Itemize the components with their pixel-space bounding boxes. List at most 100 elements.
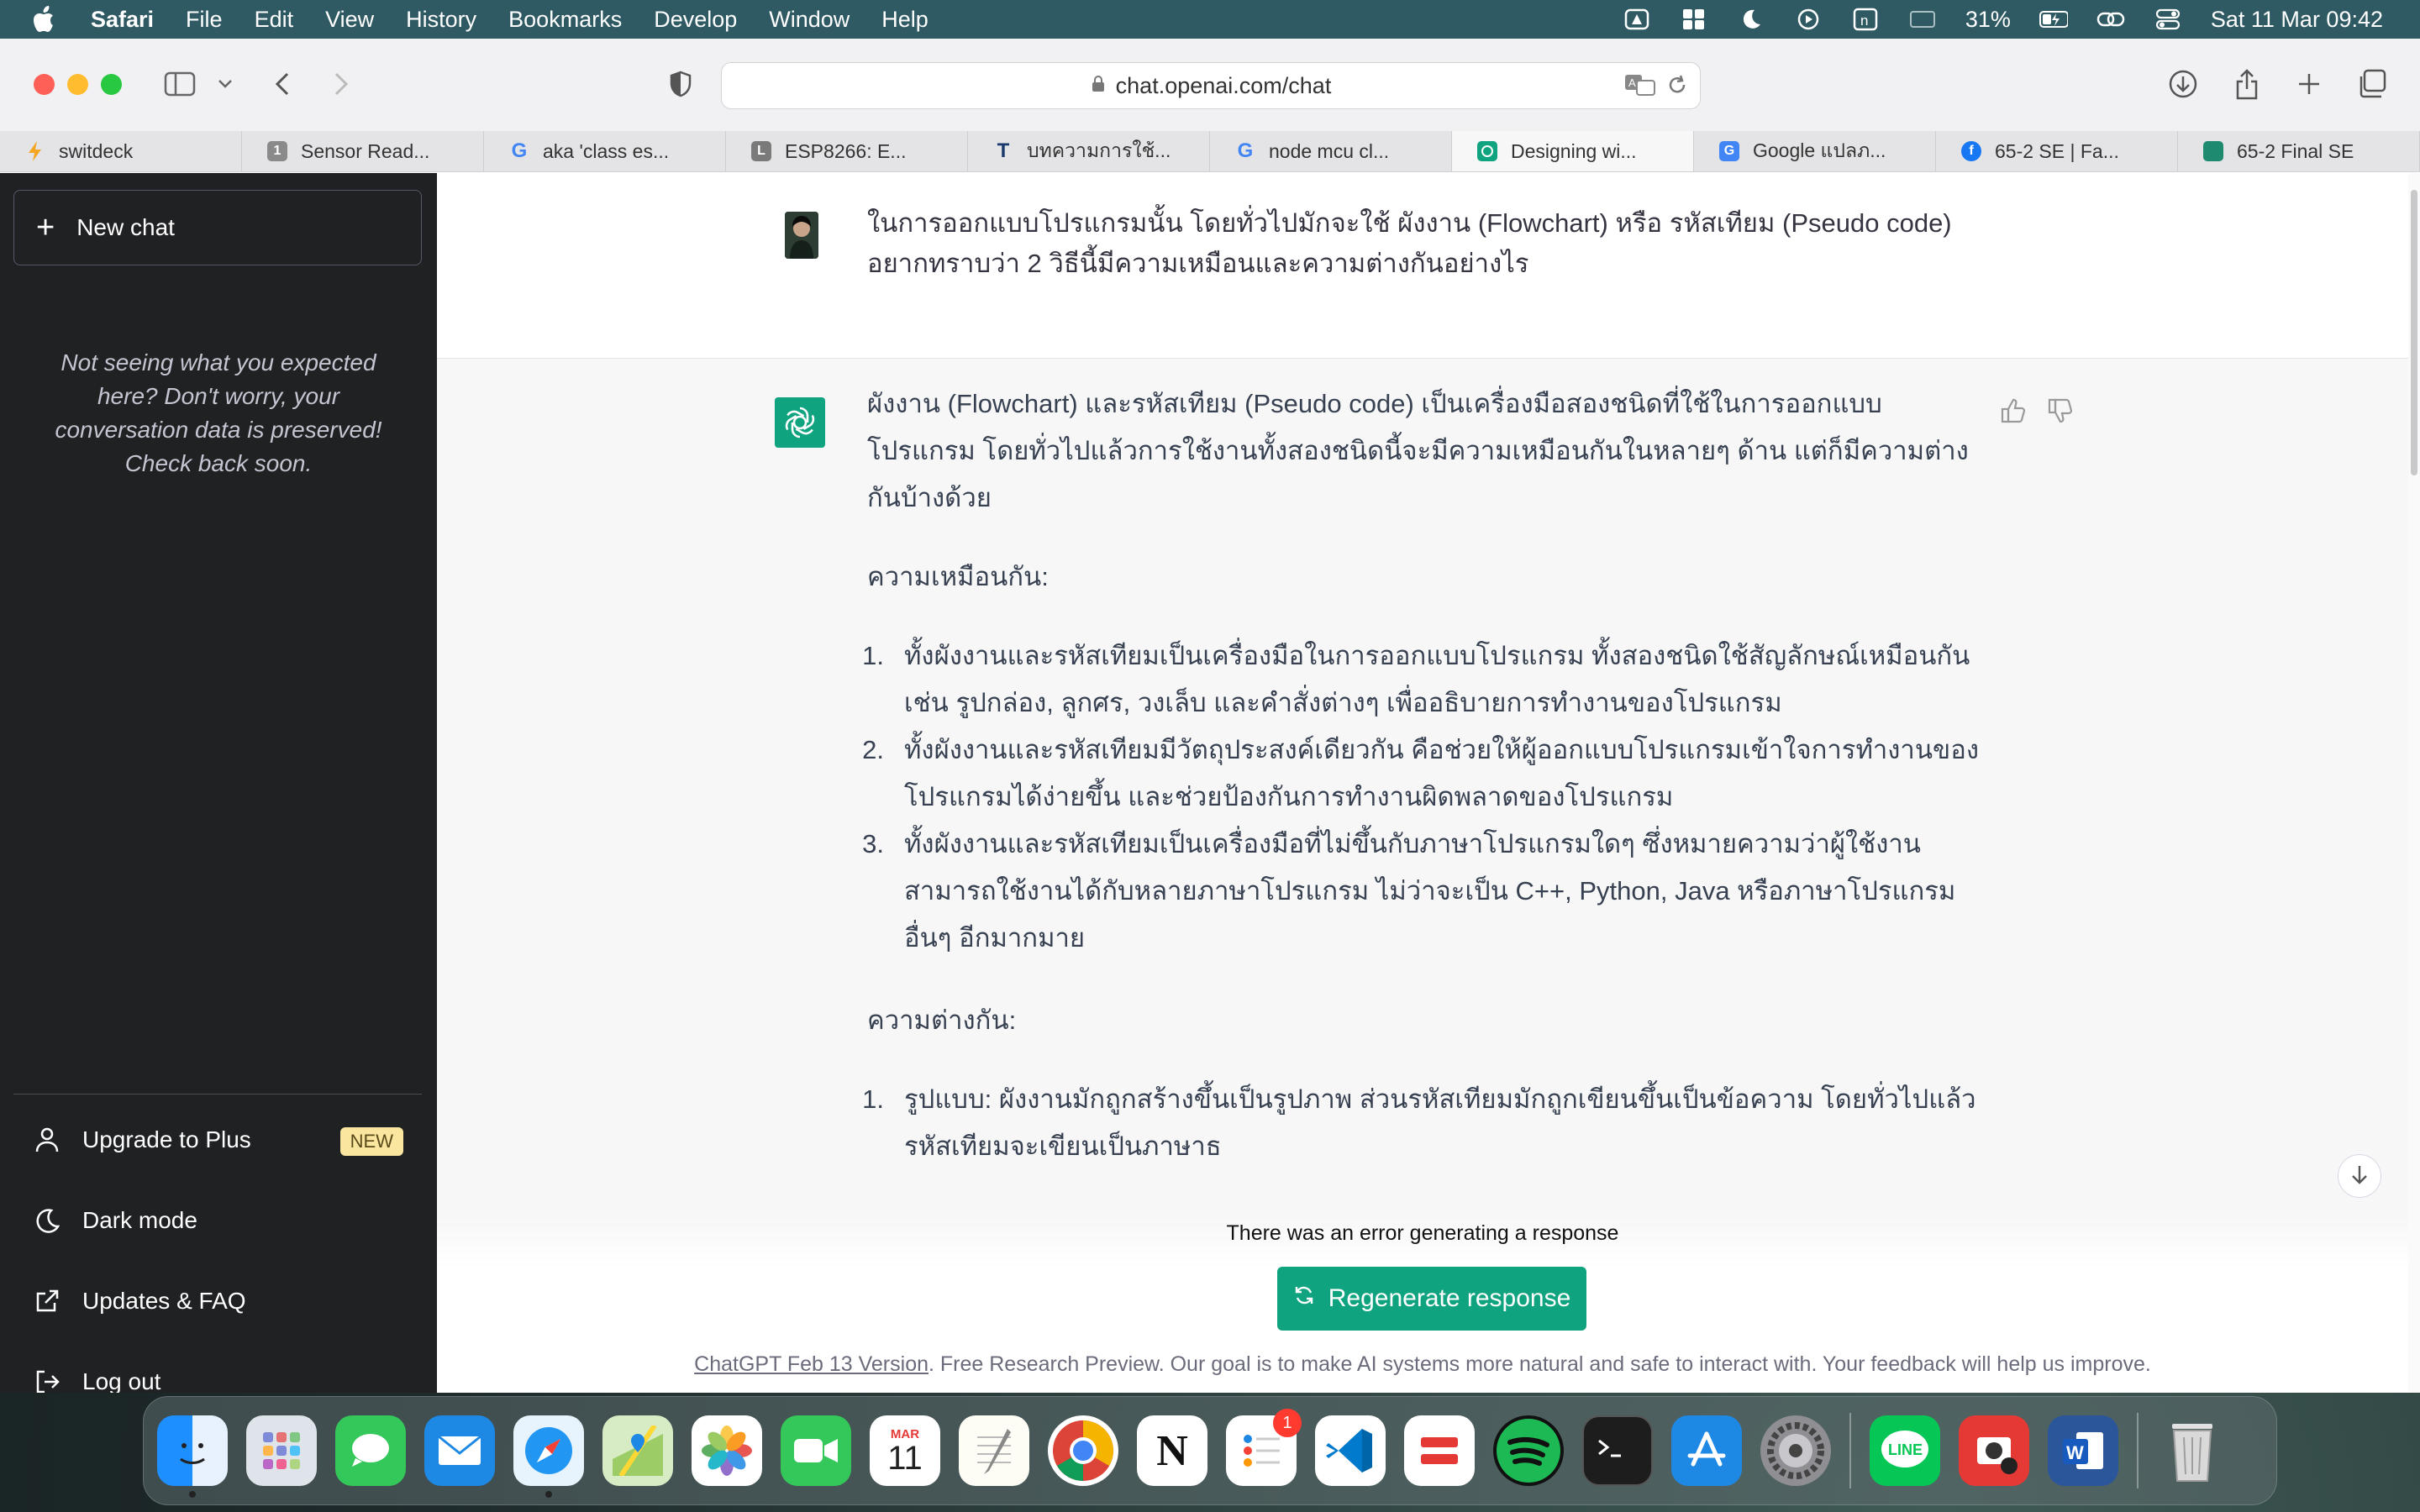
moon-icon xyxy=(32,1205,62,1236)
tab-esp8266[interactable]: L ESP8266: E... xyxy=(726,131,968,171)
notion-icon[interactable]: N xyxy=(1137,1415,1207,1486)
version-link[interactable]: ChatGPT Feb 13 Version xyxy=(694,1352,929,1376)
scrollbar-thumb[interactable] xyxy=(2411,190,2417,475)
terminal-icon[interactable] xyxy=(1582,1415,1653,1486)
menu-edit[interactable]: Edit xyxy=(255,7,294,33)
safari-window: chat.openai.com/chat A switdeck 1 Sensor … xyxy=(0,39,2420,1393)
log-out-button[interactable]: Log out xyxy=(13,1344,422,1393)
tab-google-translate[interactable]: G Google แปลภ... xyxy=(1694,131,1936,171)
textedit-icon[interactable] xyxy=(959,1415,1029,1486)
downloads-icon[interactable] xyxy=(2166,67,2200,101)
user-message-row: ในการออกแบบโปรแกรมนั้น โดยทั่วไปมักจะใช้… xyxy=(437,173,2408,359)
battery-icon[interactable] xyxy=(2039,8,2068,31)
zoom-window-button[interactable] xyxy=(101,74,122,95)
minimize-window-button[interactable] xyxy=(67,74,88,95)
tab-final-se[interactable]: 65-2 Final SE xyxy=(2178,131,2420,171)
finder-icon[interactable] xyxy=(157,1415,228,1498)
input-source-icon[interactable]: n xyxy=(1851,8,1880,31)
messages-icon[interactable] xyxy=(335,1415,406,1486)
response-line: ผังงาน (Flowchart) และรหัสเทียม (Pseudo … xyxy=(867,389,1882,418)
new-chat-button[interactable]: + New chat xyxy=(13,190,422,265)
menu-history[interactable]: History xyxy=(406,7,476,33)
status-icon-1[interactable] xyxy=(1623,8,1651,31)
safari-icon[interactable] xyxy=(513,1415,584,1498)
menu-window[interactable]: Window xyxy=(769,7,850,33)
chevron-down-icon[interactable] xyxy=(208,67,242,101)
menu-develop[interactable]: Develop xyxy=(654,7,737,33)
facetime-icon[interactable] xyxy=(781,1415,851,1486)
user-message-line: ในการออกแบบโปรแกรมนั้น โดยทั่วไปมักจะใช้… xyxy=(867,208,1952,238)
tab-node-mcu[interactable]: Gnode mcu cl... xyxy=(1210,131,1452,171)
tab-aka-class[interactable]: Gaka 'class es... xyxy=(484,131,726,171)
url-text: chat.openai.com/chat xyxy=(1115,72,1332,98)
photos-icon[interactable] xyxy=(692,1415,762,1486)
calendar-day: 11 xyxy=(887,1439,923,1477)
thumbs-down-icon[interactable] xyxy=(2045,396,2075,426)
battery-percent: 31% xyxy=(1965,6,2011,32)
grid-status-icon[interactable] xyxy=(1680,8,1708,31)
play-status-icon[interactable] xyxy=(1794,8,1823,31)
sidebar-notice: Not seeing what you expected here? Don't… xyxy=(55,349,382,476)
tab-switdeck[interactable]: switdeck xyxy=(0,131,242,171)
trash-icon[interactable] xyxy=(2157,1415,2228,1486)
privacy-shield-icon[interactable] xyxy=(664,67,697,101)
reminders-icon[interactable]: 1 xyxy=(1226,1409,1302,1486)
menu-file[interactable]: File xyxy=(186,7,223,33)
share-icon[interactable] xyxy=(2230,67,2264,101)
close-window-button[interactable] xyxy=(34,74,55,95)
calendar-icon[interactable]: MAR 11 xyxy=(870,1415,940,1486)
launchpad-icon[interactable] xyxy=(246,1415,317,1486)
tab-facebook[interactable]: f 65-2 SE | Fa... xyxy=(1936,131,2178,171)
photo-booth-icon[interactable] xyxy=(1959,1415,2029,1486)
maps-icon[interactable] xyxy=(602,1415,673,1486)
app-store-icon[interactable] xyxy=(1671,1415,1742,1486)
line-icon[interactable]: LINE xyxy=(1870,1415,1940,1486)
regenerate-response-button[interactable]: Regenerate response xyxy=(1277,1267,1586,1331)
updates-faq-link[interactable]: Updates & FAQ xyxy=(13,1263,422,1339)
apple-menu-icon[interactable] xyxy=(29,3,62,36)
similar-heading: ความเหมือนกัน: xyxy=(867,562,1049,591)
new-tab-plus-icon[interactable] xyxy=(2292,67,2326,101)
thumbs-up-icon[interactable] xyxy=(1998,396,2028,426)
forward-icon[interactable] xyxy=(324,67,358,101)
tab-bar: switdeck 1 Sensor Read... Gaka 'class es.… xyxy=(0,131,2420,172)
menu-help[interactable]: Help xyxy=(881,7,929,33)
tab-sensor-read[interactable]: 1 Sensor Read... xyxy=(242,131,484,171)
tab-overview-icon[interactable] xyxy=(2354,67,2388,101)
dark-mode-button[interactable]: Dark mode xyxy=(13,1183,422,1258)
translate-icon[interactable]: A xyxy=(1624,73,1656,102)
word-icon[interactable]: W xyxy=(2048,1415,2118,1486)
lightning-favicon-icon xyxy=(25,141,45,161)
control-center-icon[interactable] xyxy=(2154,8,2182,31)
link-status-icon[interactable] xyxy=(2096,8,2125,31)
scroll-to-bottom-button[interactable] xyxy=(2338,1154,2381,1198)
focus-moon-icon[interactable] xyxy=(1737,8,1765,31)
menu-app-name[interactable]: Safari xyxy=(91,7,154,33)
system-settings-icon[interactable] xyxy=(1760,1415,1831,1486)
logout-icon xyxy=(32,1367,62,1393)
menu-bookmarks[interactable]: Bookmarks xyxy=(508,7,622,33)
user-avatar xyxy=(785,212,818,259)
reload-icon[interactable] xyxy=(1666,74,1688,102)
upgrade-to-plus-button[interactable]: Upgrade to Plus NEW xyxy=(13,1102,422,1178)
back-icon[interactable] xyxy=(266,67,299,101)
display-status-icon[interactable] xyxy=(1908,8,1937,31)
upgrade-label: Upgrade to Plus xyxy=(82,1126,251,1152)
vscode-icon[interactable] xyxy=(1315,1415,1386,1486)
menu-view[interactable]: View xyxy=(325,7,374,33)
scrobbles-icon[interactable] xyxy=(1404,1415,1475,1486)
updates-label: Updates & FAQ xyxy=(82,1288,246,1314)
mail-icon[interactable] xyxy=(424,1415,495,1486)
sidebar-toggle-icon[interactable] xyxy=(163,67,197,101)
address-bar[interactable]: chat.openai.com/chat A xyxy=(721,62,1701,109)
spotify-icon[interactable] xyxy=(1493,1415,1564,1486)
chrome-icon[interactable] xyxy=(1048,1415,1118,1486)
t-favicon-icon: T xyxy=(997,139,1010,162)
tab-article[interactable]: T บทความการใช้... xyxy=(968,131,1210,171)
refresh-icon xyxy=(1293,1284,1315,1313)
menu-clock[interactable]: Sat 11 Mar 09:42 xyxy=(2211,7,2383,33)
tab-designing[interactable]: Designing wi... xyxy=(1452,131,1694,171)
sidebar-divider xyxy=(13,1094,422,1095)
page-scrollbar[interactable] xyxy=(2408,173,2420,1393)
user-message-line: อยากทราบว่า 2 วิธีนี้มีความเหมือนและความ… xyxy=(867,249,1529,278)
